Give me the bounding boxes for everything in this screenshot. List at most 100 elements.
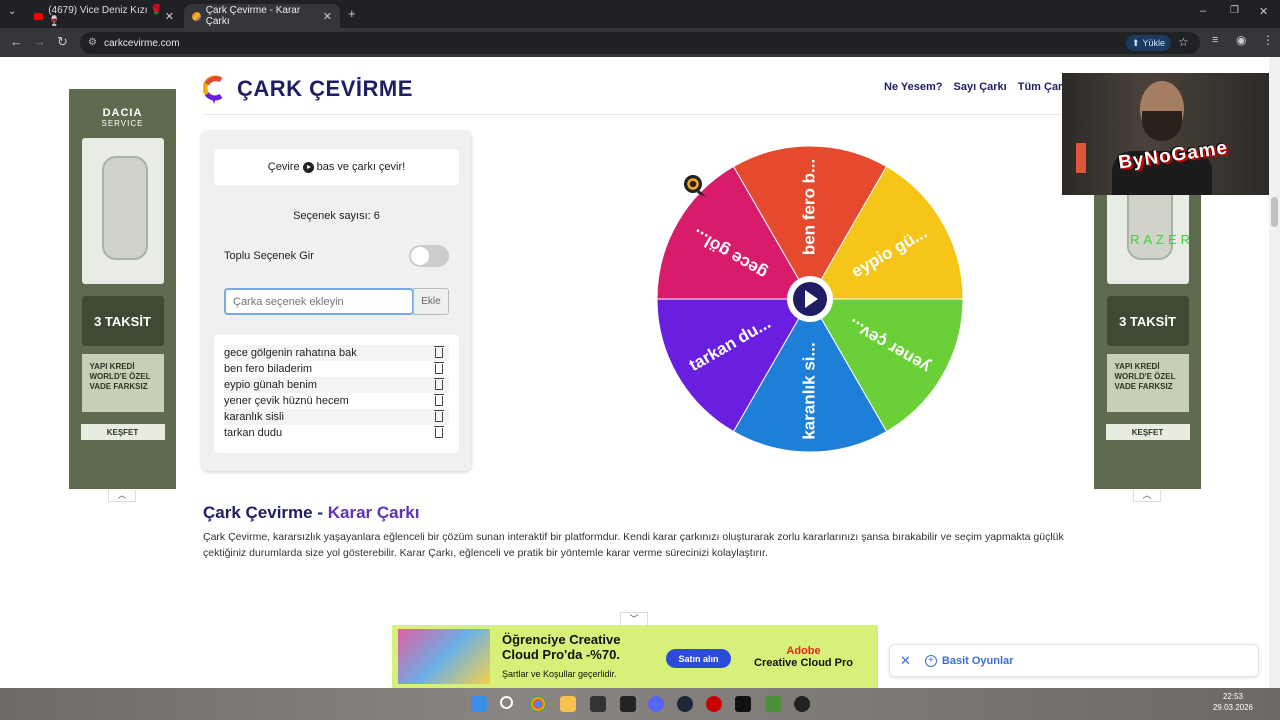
minecraft-icon[interactable] [765,696,781,712]
list-item: eypio günah benim [224,377,449,393]
extensions-icon[interactable]: ≡ [1212,34,1218,46]
article-body: Çark Çevirme, kararsızlık yaşayanlara eğ… [203,531,1064,559]
page-scrollbar[interactable] [1269,57,1280,688]
option-list: gece gölgenin rahatına bak ben fero bila… [214,335,459,453]
nav-link-sayi-carki[interactable]: Sayı Çarkı [954,81,1007,93]
bottom-ad[interactable]: Öğrenciye Creative Cloud Pro'da -%70. Şa… [392,625,878,688]
trash-icon[interactable] [434,394,444,406]
browser-tabstrip: ⌄ (4679) Vice Deniz Kızı 🌹🍷 ✕ Çark Çevir… [0,0,1280,28]
scrollbar-thumb[interactable] [1271,197,1278,227]
nav-link-ne-yesem[interactable]: Ne Yesem? [884,81,943,93]
wheel-pointer-icon [684,175,706,197]
trash-icon[interactable] [434,346,444,358]
header-divider [203,114,1066,115]
close-icon[interactable]: ✕ [900,653,911,669]
wheel-segment-label: karanlık si... [799,342,818,439]
ad-sub: SERVICE [101,119,144,128]
ad-buy-button[interactable]: Satın alın [666,649,731,668]
instruction-before: Çevire [267,161,300,173]
start-icon[interactable] [471,696,487,712]
ad-promo: YAPI KREDİ WORLD'E ÖZEL VADE FARKSIZ [1106,354,1189,412]
app-icon[interactable] [620,696,636,712]
adobe-product: Creative Cloud Pro [754,657,854,669]
back-icon[interactable]: ← [10,34,23,49]
plus-icon: + [924,654,937,667]
ad-small-print: Şartlar ve Koşullar geçerlidir. [502,669,617,679]
play-icon [302,161,314,173]
ad-taksit: 3 TAKSİT [1106,296,1189,346]
app-icon[interactable] [706,696,722,712]
forward-icon[interactable]: → [33,34,46,49]
taskbar-clock: 22:53 29.03.2026 [1208,691,1258,713]
trash-icon[interactable] [434,410,444,422]
razer-logo: RAZER [1130,232,1195,247]
logo-icon [203,75,223,104]
list-item: gece gölgenin rahatına bak [224,345,449,361]
app-icon[interactable] [590,696,606,712]
option-input[interactable] [224,288,414,315]
left-ad-collapse-button[interactable]: ︿ [108,490,136,502]
ad-artwork [398,629,490,684]
simple-games-bar[interactable]: ✕ + Basit Oyunlar [889,644,1259,677]
close-tab-icon[interactable]: ✕ [323,10,332,23]
tab-youtube[interactable]: (4679) Vice Deniz Kızı 🌹🍷 ✕ [26,4,182,28]
simple-games-label[interactable]: Basit Oyunlar [942,655,1014,667]
chrome-icon[interactable] [530,696,546,712]
article-title-part1: Çark Çevirme - [203,503,324,522]
reload-icon[interactable]: ↻ [57,34,68,50]
minimize-icon[interactable]: – [1200,5,1206,17]
browser-toolbar: ← → ↻ ⚙ carkcevirme.com ⬆ Yükle ☆ ≡ ◉ ⋮ [0,28,1280,57]
trash-icon[interactable] [434,378,444,390]
upload-button[interactable]: ⬆ Yükle [1126,35,1172,51]
close-tab-icon[interactable]: ✕ [165,10,174,23]
youtube-icon [34,12,44,20]
cam-lamp [1076,143,1086,173]
trash-icon[interactable] [434,362,444,374]
bottom-ad-collapse-button[interactable]: ﹀ [620,612,648,626]
search-icon[interactable] [500,696,513,709]
bookmark-star-icon[interactable]: ☆ [1178,35,1189,49]
list-item: yener çevik hüznü hecem [224,393,449,409]
window-close-icon[interactable]: ✕ [1259,5,1268,18]
menu-icon[interactable]: ⋮ [1262,33,1274,47]
add-option-button[interactable]: Ekle [413,288,449,315]
spin-instruction: Çevire bas ve çarkı çevir! [214,149,459,185]
site-title: ÇARK ÇEVİRME [237,76,413,101]
toggle-knob [411,247,429,265]
tab-cark-cevirme[interactable]: Çark Çevirme - Karar Çarkı ✕ [184,4,340,28]
bulk-entry-toggle[interactable] [409,245,449,267]
left-side-ad[interactable]: DACIA SERVICE 3 TAKSİT YAPI KREDİ WORLD'… [69,89,176,489]
maximize-icon[interactable]: ❐ [1230,5,1239,16]
option-count: Seçenek sayısı: 6 [293,210,380,222]
adobe-logo: Adobe Creative Cloud Pro [754,645,853,669]
upload-label: Yükle [1142,38,1166,48]
discord-icon[interactable] [648,696,664,712]
file-explorer-icon[interactable] [560,696,576,712]
profile-icon[interactable]: ◉ [1236,33,1246,47]
clock-date: 29.03.2026 [1212,703,1254,712]
ad-cta-button[interactable]: KEŞFET [1105,424,1190,440]
site-info-icon[interactable]: ⚙ [88,37,97,48]
wheel-segment-label: ben fero b... [799,159,818,255]
steam-icon[interactable] [677,696,693,712]
obs-icon[interactable] [794,696,810,712]
trash-icon[interactable] [434,426,444,438]
ad-cta-button[interactable]: KEŞFET [80,424,165,440]
site-logo[interactable]: ÇARK ÇEVİRME [203,74,413,104]
url-text: carkcevirme.com [104,37,180,49]
right-ad-collapse-button[interactable]: ︿ [1133,490,1161,502]
new-tab-button[interactable]: + [348,6,356,21]
tab-search-icon[interactable]: ⌄ [8,6,16,17]
bulk-entry-label: Toplu Seçenek Gir [224,250,314,262]
webcam-overlay [1062,73,1269,195]
article-title: Çark Çevirme - Karar Çarkı [203,503,419,523]
option-label: yener çevik hüznü hecem [224,395,349,407]
tab-cark-label: Çark Çevirme - Karar Çarkı [205,5,301,27]
capcut-icon[interactable] [735,696,751,712]
article-title-part2: Karar Çarkı [327,503,420,522]
option-label: tarkan dudu [224,427,283,439]
ad-promo: YAPI KREDİ WORLD'E ÖZEL VADE FARKSIZ [81,354,164,412]
address-bar[interactable]: ⚙ carkcevirme.com ⬆ Yükle ☆ [80,32,1200,54]
adobe-brand: Adobe [786,645,821,657]
car-image [81,138,164,284]
